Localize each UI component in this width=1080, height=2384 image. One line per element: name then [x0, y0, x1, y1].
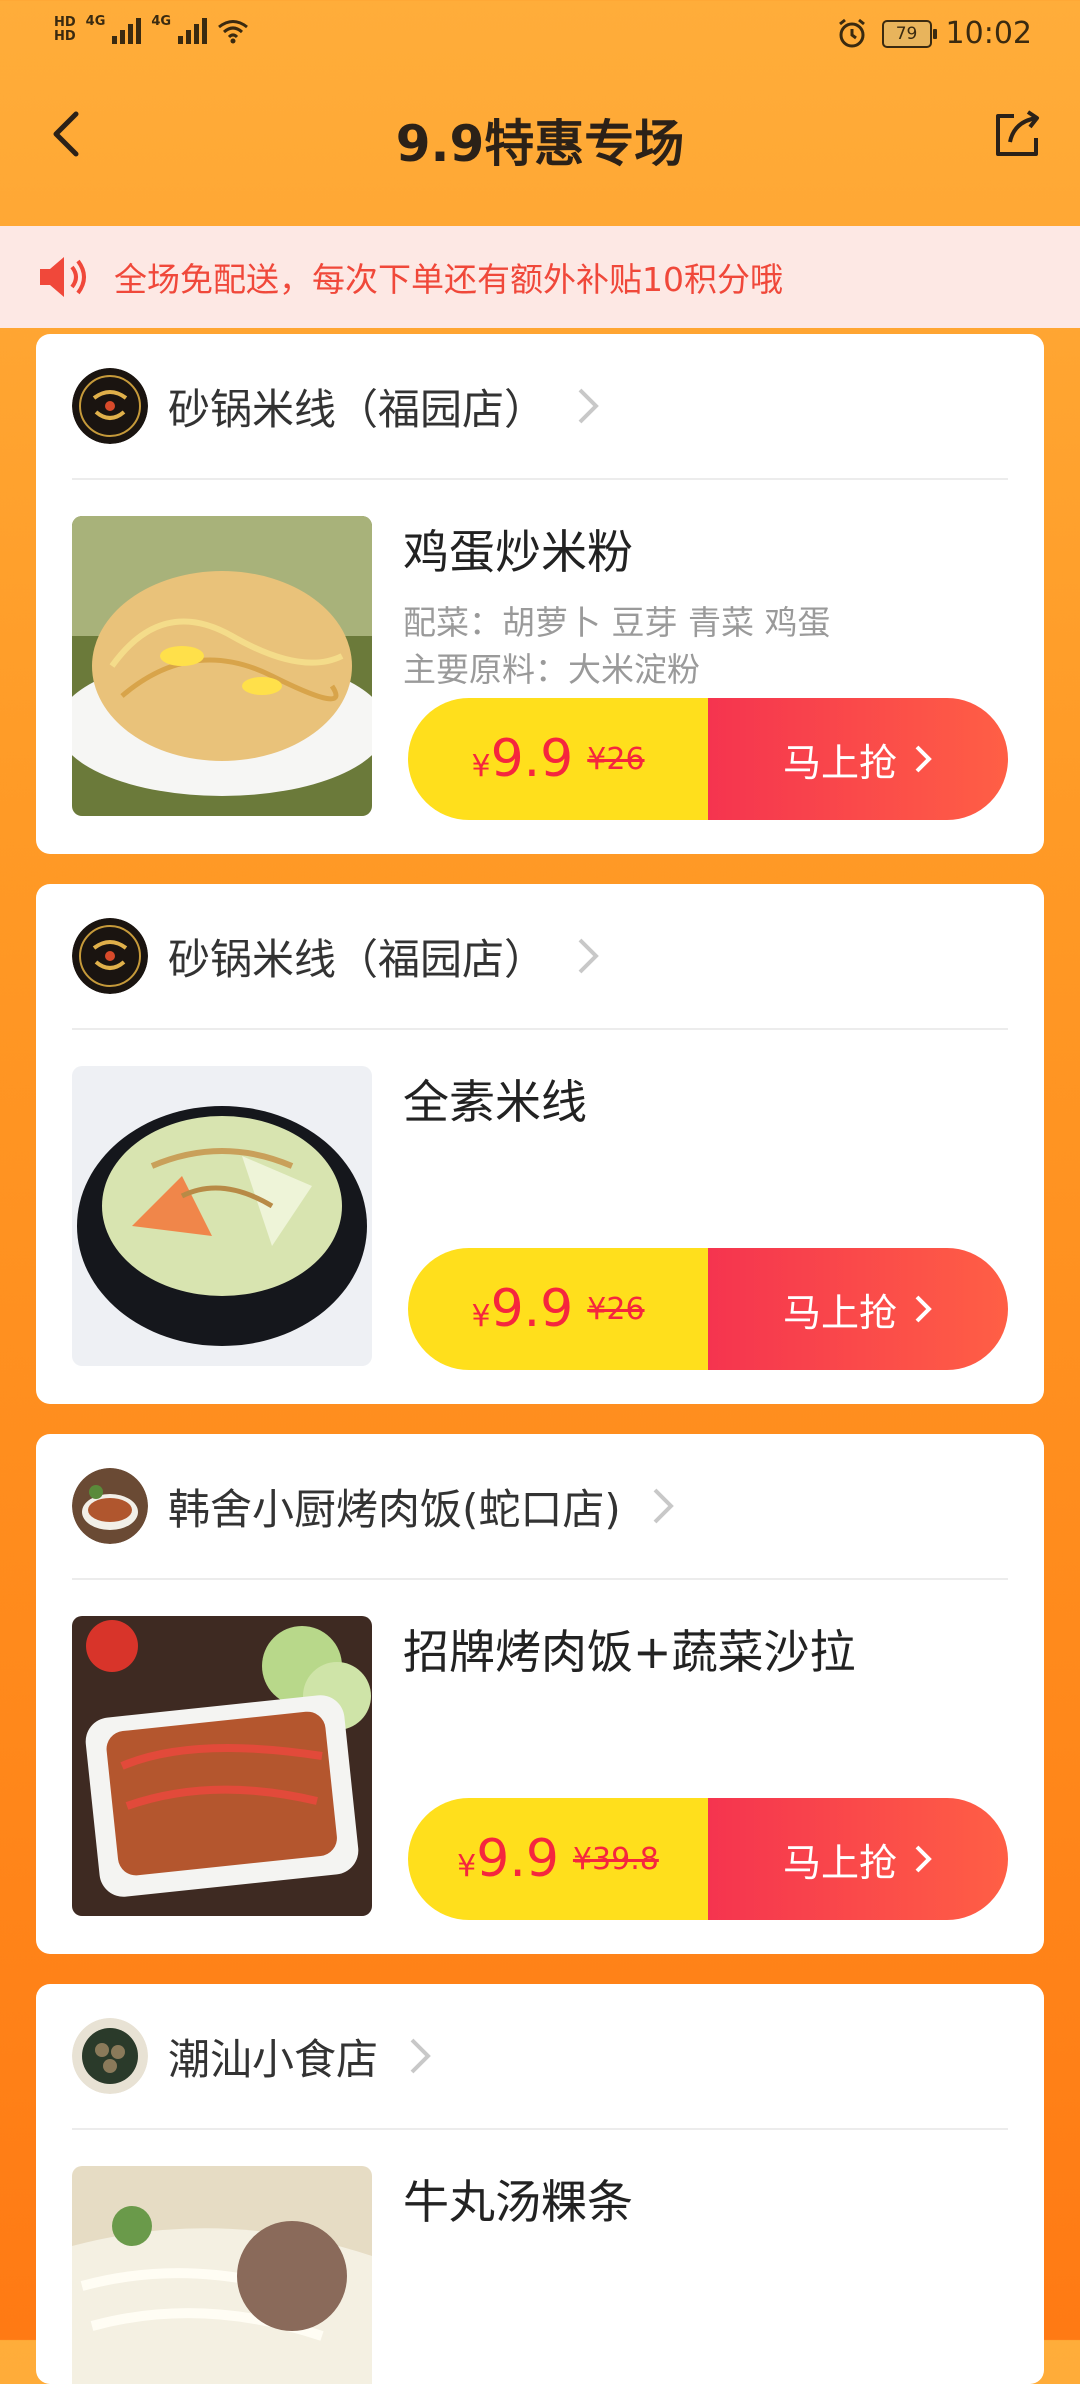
dish-image[interactable] [72, 1066, 372, 1366]
divider [72, 2128, 1008, 2130]
battery-icon: 79 [881, 19, 937, 48]
dish-name: 招牌烤肉饭+蔬菜沙拉 [403, 1625, 856, 1679]
share-icon[interactable] [988, 104, 1048, 164]
chevron-right-icon [915, 1295, 932, 1323]
dish-image[interactable] [72, 2166, 372, 2384]
dish-ingredients: 主要原料：大米淀粉 [403, 650, 700, 689]
alarm-icon [838, 18, 865, 47]
dish-name: 牛丸汤粿条 [403, 2175, 633, 2229]
shop-link[interactable]: 砂锅米线（福园店） [72, 368, 602, 444]
shop-link[interactable]: 砂锅米线（福园店） [72, 918, 602, 994]
shop-name: 潮汕小食店 [168, 2034, 379, 2084]
shop-logo [72, 368, 148, 444]
shop-link[interactable]: 韩舍小厨烤肉饭(蛇口店) [72, 1468, 677, 1544]
chevron-right-icon [653, 1488, 674, 1524]
signal-icon: 4G [86, 14, 142, 44]
chevron-right-icon [578, 938, 599, 974]
status-right: 79 10:02 [836, 16, 1032, 51]
shop-logo [72, 1468, 148, 1544]
dish-name: 鸡蛋炒米粉 [403, 525, 633, 579]
chevron-right-icon [410, 2038, 431, 2074]
deal-card: 韩舍小厨烤肉饭(蛇口店) 招牌烤肉饭+蔬菜沙拉 ¥9.9 ¥39.8 马上抢 [36, 1434, 1044, 1954]
shop-logo [72, 918, 148, 994]
signal-icon-2: 4G [151, 14, 208, 44]
buy-bar: ¥9.9 ¥26 马上抢 [408, 698, 1008, 820]
dish-name: 全素米线 [403, 1075, 587, 1129]
shop-name: 韩舍小厨烤肉饭(蛇口店) [168, 1484, 621, 1534]
price-area: ¥9.9 ¥26 [408, 698, 708, 820]
chevron-right-icon [915, 1845, 932, 1873]
dish-image[interactable] [72, 516, 372, 816]
deal-card: 潮汕小食店 牛丸汤粿条 [36, 1984, 1044, 2384]
current-price: ¥9.9 [457, 1829, 559, 1889]
original-price: ¥26 [587, 1291, 645, 1327]
grab-button[interactable]: 马上抢 [708, 1798, 1008, 1920]
shop-name: 砂锅米线（福园店） [168, 934, 547, 984]
clock: 10:02 [945, 16, 1032, 51]
notice-banner: 全场免配送，每次下单还有额外补贴10积分哦 [0, 226, 1080, 328]
header: 9.9特惠专场 [0, 78, 1080, 228]
hd-badge: HD HD [54, 15, 76, 44]
deal-card: 砂锅米线（福园店） 鸡蛋炒米粉 配菜：胡萝卜 豆芽 青菜 鸡蛋 主要原料：大米淀… [36, 334, 1044, 854]
grab-button[interactable]: 马上抢 [708, 1248, 1008, 1370]
chevron-right-icon [915, 745, 932, 773]
original-price: ¥26 [587, 741, 645, 777]
shop-link[interactable]: 潮汕小食店 [72, 2018, 434, 2094]
original-price: ¥39.8 [572, 1841, 659, 1877]
current-price: ¥9.9 [471, 1279, 574, 1339]
price-area: ¥9.9 ¥26 [408, 1248, 708, 1370]
price-area: ¥9.9 ¥39.8 [408, 1798, 708, 1920]
dish-image[interactable] [72, 1616, 372, 1916]
status-left: HD HD 4G 4G [54, 14, 249, 44]
chevron-right-icon [578, 388, 599, 424]
status-bar: HD HD 4G 4G 79 10:02 [0, 0, 1080, 78]
grab-button[interactable]: 马上抢 [708, 698, 1008, 820]
shop-name: 砂锅米线（福园店） [168, 384, 547, 434]
page-title: 9.9特惠专场 [395, 115, 685, 173]
buy-bar: ¥9.9 ¥26 马上抢 [408, 1248, 1008, 1370]
notice-text: 全场免配送，每次下单还有额外补贴10积分哦 [114, 260, 783, 299]
deal-card: 砂锅米线（福园店） 全素米线 ¥9.9 ¥26 马上抢 [36, 884, 1044, 1404]
speaker-icon [40, 257, 86, 297]
current-price: ¥9.9 [471, 729, 574, 789]
divider [72, 1028, 1008, 1030]
divider [72, 1578, 1008, 1580]
buy-bar: ¥9.9 ¥39.8 马上抢 [408, 1798, 1008, 1920]
shop-logo [72, 2018, 148, 2094]
wifi-icon [218, 20, 249, 44]
dish-sides: 配菜：胡萝卜 豆芽 青菜 鸡蛋 [403, 603, 831, 642]
divider [72, 478, 1008, 480]
